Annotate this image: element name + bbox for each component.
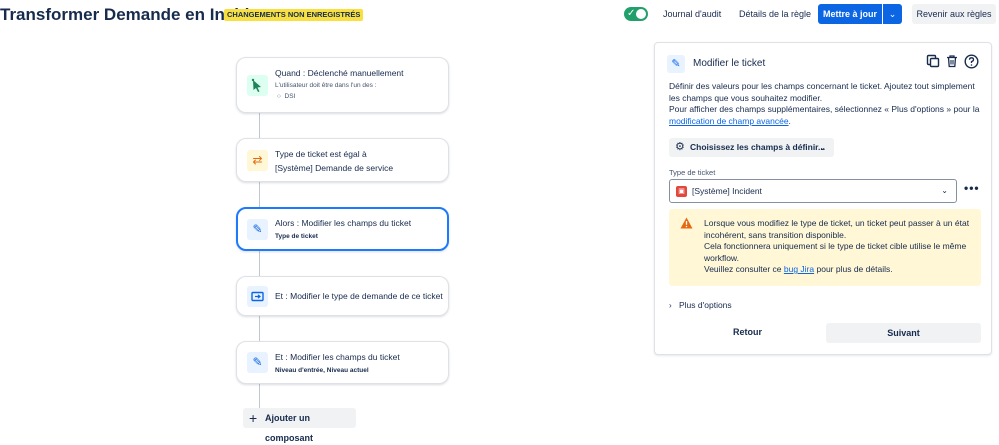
- copy-icon[interactable]: [925, 54, 941, 70]
- chevron-down-icon: ⌄: [888, 9, 897, 19]
- condition-line1: Type de ticket est égal à: [275, 149, 367, 159]
- trigger-bullet-item: ○ DSI: [277, 93, 295, 100]
- toggle-knob: [636, 9, 646, 19]
- gear-icon: ⚙: [675, 141, 685, 153]
- warning-line1: Lorsque vous modifiez le type de ticket,…: [704, 218, 970, 240]
- jira-bug-link[interactable]: bug Jira: [784, 264, 814, 274]
- warning-message: Lorsque vous modifiez le type de ticket,…: [669, 209, 981, 286]
- connector-line: [259, 113, 260, 138]
- more-actions-icon[interactable]: •••: [964, 181, 980, 195]
- advanced-field-edit-link[interactable]: modification de champ avancée: [669, 116, 789, 126]
- trigger-title: Quand : Déclenché manuellement: [275, 68, 404, 78]
- connector-line: [259, 251, 260, 276]
- connector-line: [259, 384, 260, 408]
- issue-type-select[interactable]: ▣ [Système] Incident ⌄: [669, 179, 957, 203]
- audit-log-button[interactable]: Journal d'audit: [663, 9, 721, 19]
- panel-title: Modifier le ticket: [693, 58, 766, 69]
- issue-type-value: [Système] Incident: [692, 186, 762, 196]
- action1-title: Alors : Modifier les champs du ticket: [275, 218, 412, 228]
- trigger-group: DSI: [284, 93, 296, 100]
- update-button[interactable]: Mettre à jour: [818, 4, 882, 24]
- action-node-request-type[interactable]: Et : Modifier le type de demande de ce t…: [236, 276, 449, 316]
- connector-line: [259, 316, 260, 341]
- desc-text-2: Pour afficher des champs supplémentaires…: [669, 104, 980, 114]
- add-component-label: Ajouter un composant: [265, 413, 314, 443]
- action-node-edit-fields-2[interactable]: ✎ Et : Modifier les champs du ticket Niv…: [236, 341, 449, 384]
- bullet-icon: ○: [277, 93, 285, 100]
- warning-icon: [680, 217, 693, 229]
- trigger-node[interactable]: Quand : Déclenché manuellement L'utilisa…: [236, 57, 449, 113]
- choose-fields-dropdown[interactable]: ⚙ Choisissez les champs à définir... ⌄: [669, 138, 834, 157]
- panel-description: Définir des valeurs pour les champs conc…: [669, 81, 987, 127]
- action2-title: Et : Modifier le type de demande de ce t…: [275, 291, 443, 301]
- plus-icon: +: [249, 410, 258, 426]
- chevron-down-icon: ⌄: [819, 143, 826, 152]
- pencil-icon: ✎: [667, 55, 685, 73]
- action3-title: Et : Modifier les champs du ticket: [275, 352, 400, 362]
- shuffle-icon: ⇄: [247, 150, 268, 171]
- add-component-button[interactable]: + Ajouter un composant: [243, 408, 356, 443]
- warning-post: pour plus de détails.: [816, 264, 893, 274]
- issue-type-label: Type de ticket: [669, 168, 716, 177]
- more-options-label: Plus d'options: [679, 300, 732, 310]
- header-bar: Transformer Demande en Incident CHANGEME…: [0, 0, 999, 30]
- choose-fields-label: Choisissez les champs à définir...: [690, 142, 826, 152]
- next-button[interactable]: Suivant: [826, 323, 981, 343]
- revert-to-rules-button[interactable]: Revenir aux règles: [912, 4, 996, 24]
- desc-text-1: Définir des valeurs pour les champs conc…: [669, 81, 975, 103]
- back-button[interactable]: Retour: [733, 327, 762, 337]
- incident-type-icon: ▣: [676, 186, 687, 197]
- rule-details-button[interactable]: Détails de la règle: [739, 9, 811, 19]
- connector-line: [259, 182, 260, 207]
- edit-ticket-panel: ✎ Modifier le ticket Définir des valeurs…: [654, 42, 992, 355]
- pencil-icon: ✎: [247, 219, 268, 240]
- warning-pre: Veuillez consulter ce: [704, 264, 782, 274]
- condition-node[interactable]: ⇄ Type de ticket est égal à [Système] De…: [236, 138, 449, 182]
- unsaved-changes-badge: CHANGEMENTS NON ENREGISTRÉS: [224, 9, 364, 21]
- check-icon: ✓: [627, 8, 636, 19]
- warning-line2: Cela fonctionnera uniquement si le type …: [704, 241, 967, 263]
- action-node-edit-fields[interactable]: ✎ Alors : Modifier les champs du ticket …: [236, 207, 449, 251]
- chevron-right-icon: ›: [669, 301, 672, 310]
- warning-text: Lorsque vous modifiez le type de ticket,…: [704, 218, 974, 276]
- action3-subtitle: Niveau d'entrée, Niveau actuel: [275, 367, 369, 374]
- pencil-icon: ✎: [247, 352, 268, 373]
- desc-period: .: [788, 115, 791, 126]
- action1-subtitle: Type de ticket: [275, 233, 318, 240]
- help-icon[interactable]: [963, 54, 979, 70]
- more-options-toggle[interactable]: › Plus d'options: [669, 300, 732, 310]
- update-dropdown-button[interactable]: ⌄: [883, 4, 902, 24]
- trigger-subtitle: L'utilisateur doit être dans l'un des :: [275, 82, 377, 89]
- condition-line2: [Système] Demande de service: [275, 163, 394, 173]
- request-type-icon: [247, 286, 268, 307]
- cursor-click-icon: [247, 75, 268, 96]
- trash-icon[interactable]: [944, 54, 960, 70]
- rule-enabled-toggle[interactable]: ✓: [624, 7, 648, 21]
- chevron-down-icon: ⌄: [941, 186, 948, 195]
